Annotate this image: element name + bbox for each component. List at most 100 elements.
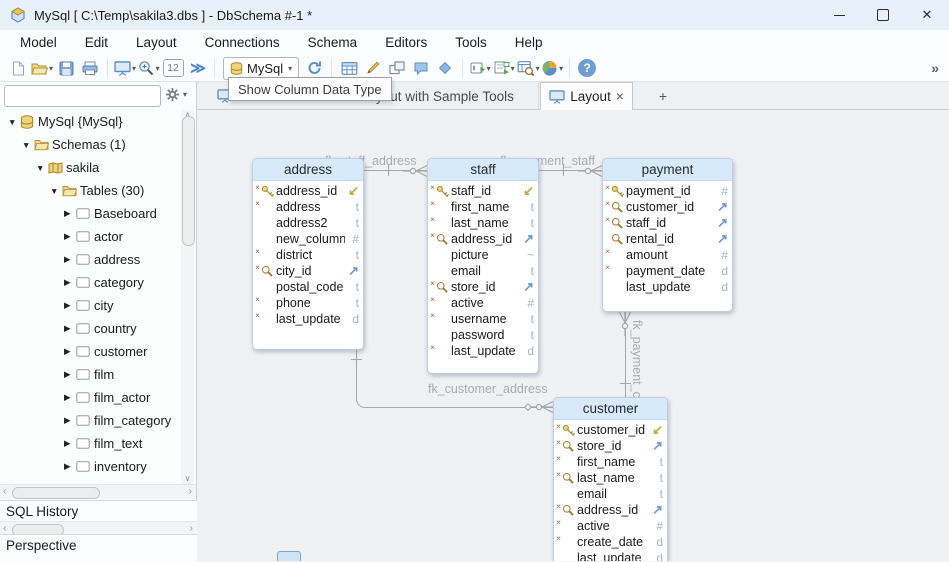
column-row[interactable]: × staff_id ↗: [603, 214, 732, 231]
dropdown-caret[interactable]: ▾: [49, 64, 53, 73]
entity-staff[interactable]: staff × staff_id ↙ × first_name t × last_name…: [427, 158, 539, 374]
expander-icon[interactable]: ▶: [64, 254, 76, 265]
column-row[interactable]: × address_id ↗: [428, 230, 538, 247]
partially-visible-element[interactable]: [277, 551, 301, 561]
expander-icon[interactable]: ▼: [36, 163, 48, 173]
column-row[interactable]: postal_code t: [253, 279, 363, 295]
dropdown-caret[interactable]: ▾: [288, 64, 292, 73]
column-row[interactable]: × payment_date d: [603, 262, 732, 279]
diagram-canvas[interactable]: fk_staff_address fk_payment_staff fk_cus…: [197, 110, 949, 561]
close-button[interactable]: ✕: [905, 0, 949, 30]
expander-icon[interactable]: ▶: [64, 369, 76, 380]
toolbar-overflow-button[interactable]: »: [931, 60, 939, 76]
expander-icon[interactable]: ▶: [64, 346, 76, 357]
column-row[interactable]: × customer_id ↗: [603, 198, 732, 215]
tree-item-table[interactable]: ▶ Baseboard: [0, 202, 182, 225]
entity-title[interactable]: address: [253, 159, 363, 181]
sql-history-title[interactable]: SQL History: [0, 501, 197, 521]
entity-address[interactable]: address × address_id ↙ × address t address2 t…: [252, 158, 364, 350]
tree-item-table[interactable]: ▶ category: [0, 271, 182, 294]
reports-button[interactable]: ▾: [540, 56, 564, 80]
expander-icon[interactable]: ▶: [64, 300, 76, 311]
search-input[interactable]: [5, 87, 167, 105]
tree-item-table[interactable]: ▶ film_actor: [0, 386, 182, 409]
search-box[interactable]: [4, 85, 167, 107]
scrollbar-thumb[interactable]: [12, 486, 100, 499]
column-row[interactable]: × staff_id ↙: [428, 182, 538, 199]
column-row[interactable]: × customer_id ↙: [554, 421, 667, 438]
column-row[interactable]: × district t: [253, 246, 363, 263]
expander-icon[interactable]: ▼: [8, 117, 20, 127]
column-row[interactable]: × store_id ↗: [554, 437, 667, 454]
expander-icon[interactable]: ▶: [64, 415, 76, 426]
column-row[interactable]: new_column #: [253, 231, 363, 247]
tree-item-schemas[interactable]: ▼ Schemas (1): [0, 133, 182, 156]
column-row[interactable]: × active #: [428, 294, 538, 311]
minimize-button[interactable]: [817, 0, 861, 30]
column-row[interactable]: password t: [428, 327, 538, 343]
column-row[interactable]: last_update d: [554, 550, 667, 561]
expander-icon[interactable]: ▶: [64, 438, 76, 449]
fast-forward-button[interactable]: ≫: [185, 56, 209, 80]
print-button[interactable]: [78, 56, 102, 80]
tree-item-tables[interactable]: ▼ Tables (30): [0, 179, 182, 202]
tree-item-table[interactable]: ▶ film: [0, 363, 182, 386]
column-row[interactable]: × last_name t: [428, 214, 538, 231]
menu-help[interactable]: Help: [501, 35, 557, 50]
menu-layout[interactable]: Layout: [122, 35, 191, 50]
column-row[interactable]: × username t: [428, 310, 538, 327]
tree-horizontal-scrollbar[interactable]: ‹ ›: [0, 484, 196, 499]
scroll-right-arrow[interactable]: ›: [189, 487, 192, 497]
open-button[interactable]: ▾: [30, 56, 54, 80]
column-row[interactable]: × address_id ↙: [253, 182, 363, 199]
entity-payment[interactable]: payment × payment_id # × customer_id ↗ × staf…: [602, 158, 733, 312]
column-row[interactable]: × last_update d: [253, 310, 363, 327]
column-row[interactable]: × address_id ↗: [554, 501, 667, 518]
save-button[interactable]: [54, 56, 78, 80]
tree-item-connection[interactable]: ▼ MySql {MySql}: [0, 110, 182, 133]
zoom-button[interactable]: ▾: [137, 56, 161, 80]
menu-editors[interactable]: Editors: [371, 35, 441, 50]
column-row[interactable]: last_update d: [603, 279, 732, 295]
dropdown-caret[interactable]: ▾: [487, 64, 491, 73]
tab-layout-active[interactable]: Layout ×: [540, 82, 633, 110]
help-button[interactable]: ?: [575, 56, 599, 80]
tree-item-table[interactable]: ▶ address: [0, 248, 182, 271]
column-row[interactable]: × last_update d: [428, 342, 538, 359]
scrollbar-thumb[interactable]: [182, 116, 195, 246]
expander-icon[interactable]: ▶: [64, 461, 76, 472]
data-explorer-button[interactable]: ▾: [516, 56, 540, 80]
query-builder-button[interactable]: ▾: [492, 56, 516, 80]
menu-edit[interactable]: Edit: [71, 35, 122, 50]
column-row[interactable]: address2 t: [253, 215, 363, 231]
column-row[interactable]: × active #: [554, 517, 667, 534]
column-row[interactable]: × last_name t: [554, 469, 667, 486]
dropdown-caret[interactable]: ▾: [132, 64, 136, 73]
comment-button[interactable]: [409, 56, 433, 80]
column-row[interactable]: × address t: [253, 198, 363, 215]
entity-title[interactable]: customer: [554, 398, 667, 420]
column-row[interactable]: email t: [554, 486, 667, 502]
dropdown-caret[interactable]: ▾: [559, 64, 563, 73]
perspective-panel[interactable]: Perspective: [0, 534, 197, 562]
relation-label[interactable]: fk_customer_address: [428, 382, 548, 396]
column-row[interactable]: × create_date d: [554, 533, 667, 550]
dropdown-caret[interactable]: ▾: [536, 64, 540, 73]
column-row[interactable]: × first_name t: [554, 453, 667, 470]
sql-history-panel[interactable]: SQL History ‹ ›: [0, 500, 197, 536]
column-row[interactable]: email t: [428, 263, 538, 279]
dropdown-caret[interactable]: ▾: [155, 64, 159, 73]
new-tab-button[interactable]: +: [645, 82, 681, 110]
scroll-left-arrow[interactable]: ‹: [3, 524, 6, 534]
menu-schema[interactable]: Schema: [294, 35, 372, 50]
expander-icon[interactable]: ▶: [64, 231, 76, 242]
column-row[interactable]: picture ~: [428, 247, 538, 263]
column-row[interactable]: × payment_id #: [603, 182, 732, 199]
column-row[interactable]: × phone t: [253, 294, 363, 311]
presentation-button[interactable]: ▾: [113, 56, 137, 80]
entity-customer[interactable]: customer × customer_id ↙ × store_id ↗ × first…: [553, 397, 668, 561]
sql-editor-button[interactable]: ▾: [468, 56, 492, 80]
column-row[interactable]: × first_name t: [428, 198, 538, 215]
scroll-down-arrow[interactable]: ∨: [181, 474, 194, 484]
entity-title[interactable]: payment: [603, 159, 732, 181]
